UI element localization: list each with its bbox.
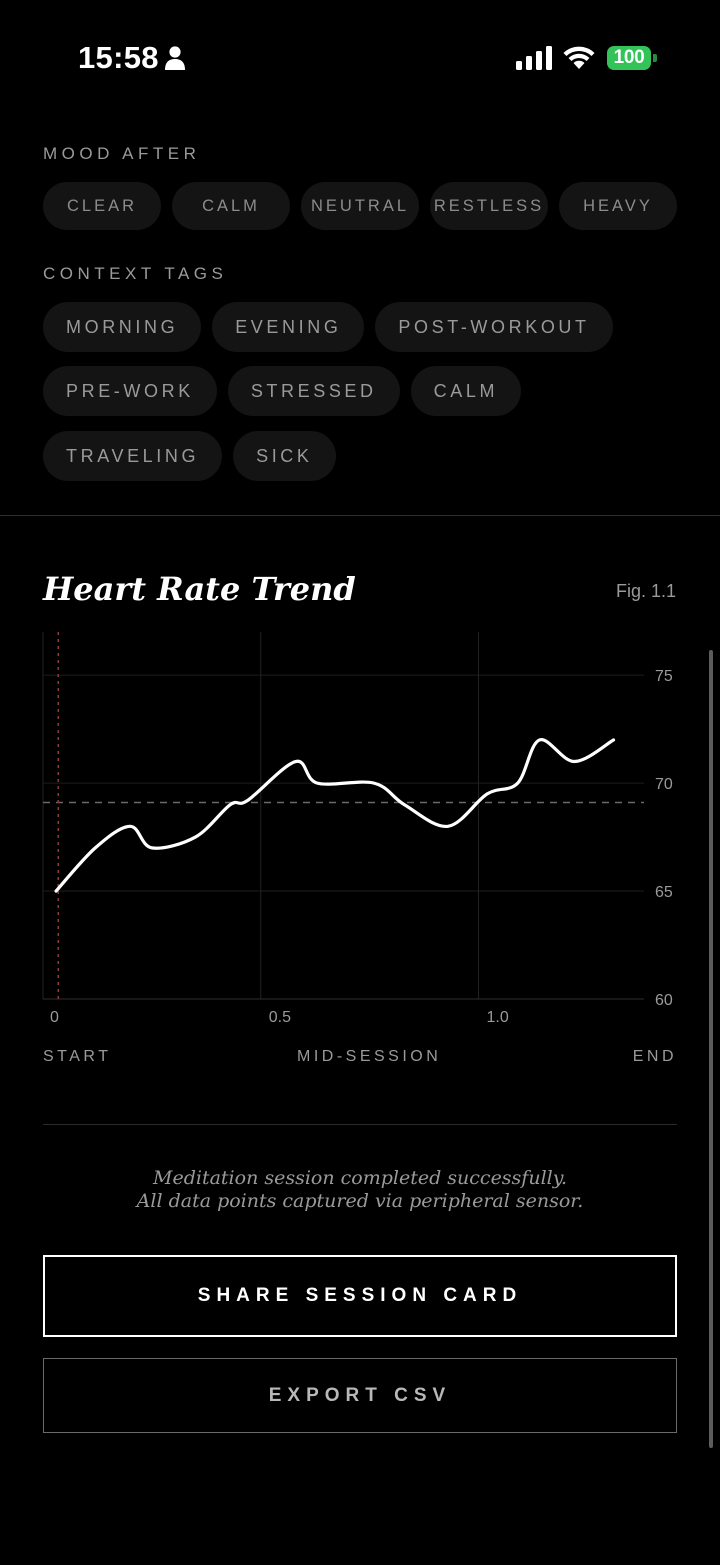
y-tick-label: 60 xyxy=(655,992,673,1009)
tag-sick[interactable]: SICK xyxy=(233,431,336,481)
scrollbar[interactable] xyxy=(709,650,713,1448)
heart-rate-series-line xyxy=(54,738,616,893)
cellular-signal-icon xyxy=(516,46,552,70)
status-bar: 15:58 100 xyxy=(0,0,720,118)
tag-calm[interactable]: CALM xyxy=(410,366,522,416)
x-tick-label: 0 xyxy=(50,1009,59,1026)
person-icon xyxy=(165,46,185,70)
mood-option-heavy[interactable]: HEAVY xyxy=(559,182,677,230)
session-phase-labels: START MID-SESSION END xyxy=(43,1048,677,1068)
battery-level: 100 xyxy=(607,46,651,70)
section-divider xyxy=(0,515,720,516)
x-tick-label: 1.0 xyxy=(487,1009,509,1026)
caption-line-2: All data points captured via peripheral … xyxy=(136,1190,584,1212)
y-tick-label: 75 xyxy=(655,668,673,685)
y-tick-label: 65 xyxy=(655,884,673,901)
mood-option-restless[interactable]: RESTLESS xyxy=(430,182,548,230)
chart-title: Heart Rate Trend xyxy=(43,570,356,608)
x-tick-label: 0.5 xyxy=(269,1009,291,1026)
screen: 15:58 100 MOOD AFTER CLEAR CALM NEUTRAL … xyxy=(0,0,720,1565)
phase-mid-session-label: MID-SESSION xyxy=(297,1048,442,1065)
y-tick-label: 70 xyxy=(655,776,673,793)
share-session-card-button[interactable]: SHARE SESSION CARD xyxy=(43,1255,677,1337)
mood-option-clear[interactable]: CLEAR xyxy=(43,182,161,230)
phase-start-label: START xyxy=(43,1048,112,1065)
tag-stressed[interactable]: STRESSED xyxy=(227,366,400,416)
mood-options: CLEAR CALM NEUTRAL RESTLESS HEAVY xyxy=(43,182,677,230)
export-csv-button[interactable]: EXPORT CSV xyxy=(43,1358,677,1433)
heart-rate-chart: 60 65 70 75 0 0.5 1.0 xyxy=(42,632,673,1026)
wifi-icon xyxy=(563,46,595,69)
figure-label: Fig. 1.1 xyxy=(615,581,676,601)
tag-evening[interactable]: EVENING xyxy=(212,302,365,352)
context-tags-row-3: TRAVELING SICK xyxy=(43,431,336,481)
phase-end-label: END xyxy=(632,1048,677,1065)
tag-morning[interactable]: MORNING xyxy=(43,302,202,352)
footer-divider xyxy=(43,1124,677,1125)
context-tags-row-1: MORNING EVENING POST-WORKOUT xyxy=(43,302,613,352)
mood-option-calm[interactable]: CALM xyxy=(172,182,290,230)
tag-post-workout[interactable]: POST-WORKOUT xyxy=(375,302,613,352)
context-tags-label: CONTEXT TAGS xyxy=(43,264,228,283)
tag-pre-work[interactable]: PRE-WORK xyxy=(43,366,217,416)
mood-option-neutral[interactable]: NEUTRAL xyxy=(301,182,419,230)
battery-nub xyxy=(653,54,657,62)
status-time: 15:58 xyxy=(78,40,159,75)
battery-indicator: 100 xyxy=(607,46,657,70)
mood-after-label: MOOD AFTER xyxy=(43,144,201,163)
tag-traveling[interactable]: TRAVELING xyxy=(43,431,223,481)
context-tags-row-2: PRE-WORK STRESSED CALM xyxy=(43,366,522,416)
caption-line-1: Meditation session completed successfull… xyxy=(153,1167,567,1189)
session-caption: Meditation session completed successfull… xyxy=(0,1167,720,1213)
